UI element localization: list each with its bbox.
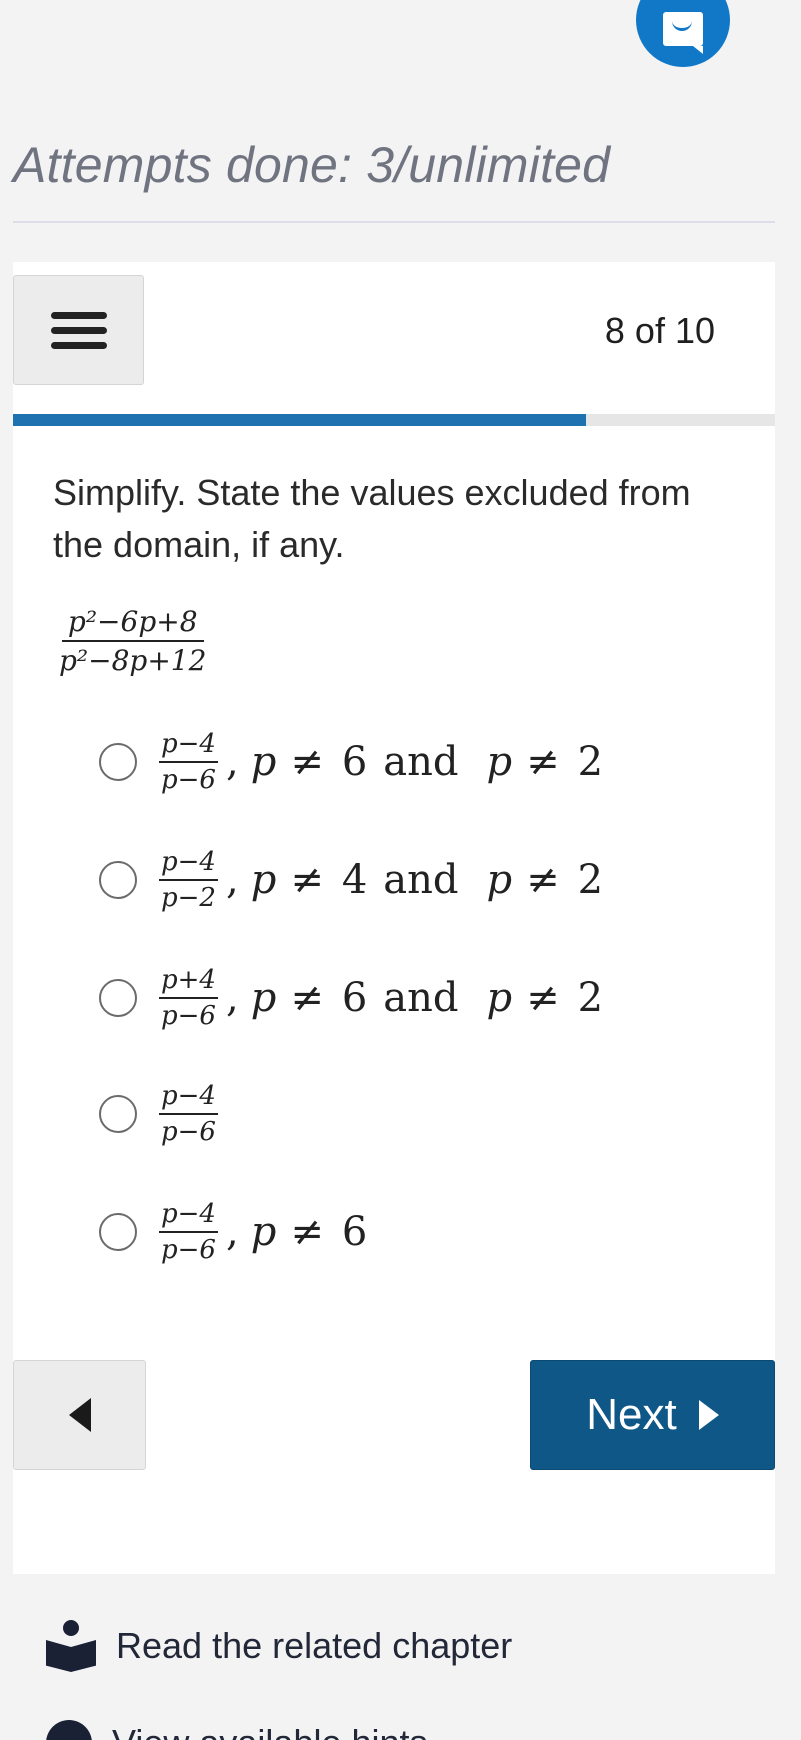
option-variable: p bbox=[250, 857, 277, 903]
option-operator: ≠ bbox=[290, 1209, 324, 1255]
related-chapter-link[interactable]: Read the related chapter bbox=[46, 1620, 512, 1672]
question-prompt: Simplify. State the values excluded from… bbox=[53, 472, 691, 565]
chapter-fab-button[interactable] bbox=[636, 0, 730, 67]
option-value: 6 bbox=[341, 739, 368, 785]
radio-button[interactable] bbox=[99, 1213, 137, 1251]
option-math: p−4 p−6, p ≠ 6 bbox=[159, 1199, 367, 1265]
reader-pages bbox=[46, 1640, 96, 1672]
question-menu-button[interactable] bbox=[13, 275, 144, 385]
option-value: 2 bbox=[577, 857, 604, 903]
option-operator: ≠ bbox=[526, 739, 560, 785]
triangle-left-icon bbox=[68, 1398, 91, 1432]
option-math: p+4 p−6, p ≠ 6 and p ≠ 2 bbox=[159, 965, 603, 1031]
option-conjunction: and bbox=[383, 739, 459, 785]
radio-button[interactable] bbox=[99, 979, 137, 1017]
option-value: 2 bbox=[577, 975, 604, 1021]
option-operator: ≠ bbox=[290, 739, 324, 785]
option-variable: p bbox=[486, 975, 513, 1021]
option-denominator: p−2 bbox=[161, 883, 216, 913]
option-numerator: p−4 bbox=[159, 1081, 218, 1115]
book-reader-icon bbox=[663, 12, 703, 54]
option-value: 6 bbox=[341, 975, 368, 1021]
question-card: 8 of 10 Simplify. State the values exclu… bbox=[13, 262, 775, 1574]
option-numerator: p−4 bbox=[159, 729, 218, 763]
expression-fraction: p²−6p+8 p²−8p+12 bbox=[53, 605, 212, 677]
hints-label: View available hints bbox=[112, 1722, 428, 1740]
option-fraction: p−4 p−6 bbox=[159, 729, 218, 795]
divider bbox=[13, 221, 775, 223]
option-denominator: p−6 bbox=[161, 1117, 216, 1147]
radio-button[interactable] bbox=[99, 861, 137, 899]
option-operator: ≠ bbox=[526, 857, 560, 903]
option-fraction: p−4 p−2 bbox=[159, 847, 218, 913]
option-math: p−4 p−6 bbox=[159, 1081, 222, 1147]
radio-button[interactable] bbox=[99, 743, 137, 781]
option-value: 2 bbox=[577, 739, 604, 785]
option-separator: , bbox=[225, 857, 239, 903]
quiz-page: Attempts done: 3/unlimited 8 of 10 Simpl… bbox=[0, 0, 801, 1740]
question-counter: 8 of 10 bbox=[604, 310, 715, 351]
option-separator: , bbox=[225, 975, 239, 1021]
expression-numerator: p²−6p+8 bbox=[61, 605, 204, 642]
hamburger-icon bbox=[50, 311, 107, 319]
option-variable: p bbox=[486, 739, 513, 785]
help-circle-icon bbox=[46, 1720, 92, 1740]
previous-button[interactable] bbox=[13, 1360, 146, 1470]
related-chapter-label: Read the related chapter bbox=[116, 1625, 513, 1666]
option-numerator: p+4 bbox=[159, 965, 218, 999]
option-denominator: p−6 bbox=[161, 1001, 216, 1031]
option-variable: p bbox=[486, 857, 513, 903]
reader-head bbox=[63, 1620, 79, 1636]
option-operator: ≠ bbox=[526, 975, 560, 1021]
option-variable: p bbox=[250, 739, 277, 785]
expression-denominator: p²−8p+12 bbox=[59, 644, 207, 677]
option-conjunction: and bbox=[383, 857, 459, 903]
option-denominator: p−6 bbox=[161, 765, 216, 795]
answer-option[interactable]: p−4 p−2, p ≠ 4 and p ≠ 2 bbox=[99, 830, 603, 930]
option-operator: ≠ bbox=[290, 975, 324, 1021]
hamburger-icon-bar bbox=[50, 326, 107, 334]
option-fraction: p−4 p−6 bbox=[159, 1199, 218, 1265]
next-label: Next bbox=[586, 1390, 677, 1439]
option-math: p−4 p−6, p ≠ 6 and p ≠ 2 bbox=[159, 729, 603, 795]
option-fraction: p−4 p−6 bbox=[159, 1081, 218, 1147]
option-math: p−4 p−2, p ≠ 4 and p ≠ 2 bbox=[159, 847, 603, 913]
next-button[interactable]: Next bbox=[530, 1360, 775, 1470]
option-fraction: p+4 p−6 bbox=[159, 965, 218, 1031]
hamburger-icon-bar bbox=[50, 341, 107, 349]
answer-option[interactable]: p+4 p−6, p ≠ 6 and p ≠ 2 bbox=[99, 948, 603, 1048]
option-denominator: p−6 bbox=[161, 1235, 216, 1265]
answer-option[interactable]: p−4 p−6, p ≠ 6 bbox=[99, 1182, 367, 1282]
radio-button[interactable] bbox=[99, 1095, 137, 1133]
option-numerator: p−4 bbox=[159, 1199, 218, 1233]
answer-option[interactable]: p−4 p−6, p ≠ 6 and p ≠ 2 bbox=[99, 712, 603, 812]
option-value: 4 bbox=[341, 857, 368, 903]
triangle-right-icon bbox=[698, 1400, 719, 1430]
attempts-counter: Attempts done: 3/unlimited bbox=[13, 137, 611, 193]
hints-link[interactable]: View available hints bbox=[46, 1720, 428, 1740]
question-expression: p²−6p+8 p²−8p+12 bbox=[53, 605, 212, 677]
option-variable: p bbox=[250, 975, 277, 1021]
option-separator: , bbox=[225, 739, 239, 785]
option-numerator: p−4 bbox=[159, 847, 218, 881]
answer-option[interactable]: p−4 p−6 bbox=[99, 1064, 222, 1164]
option-value: 6 bbox=[341, 1209, 368, 1255]
option-separator: , bbox=[225, 1209, 239, 1255]
progress-fill bbox=[13, 414, 587, 426]
option-conjunction: and bbox=[383, 975, 459, 1021]
option-variable: p bbox=[250, 1209, 277, 1255]
option-operator: ≠ bbox=[290, 857, 324, 903]
progress-bar bbox=[13, 414, 775, 426]
reader-book-icon bbox=[46, 1620, 96, 1672]
